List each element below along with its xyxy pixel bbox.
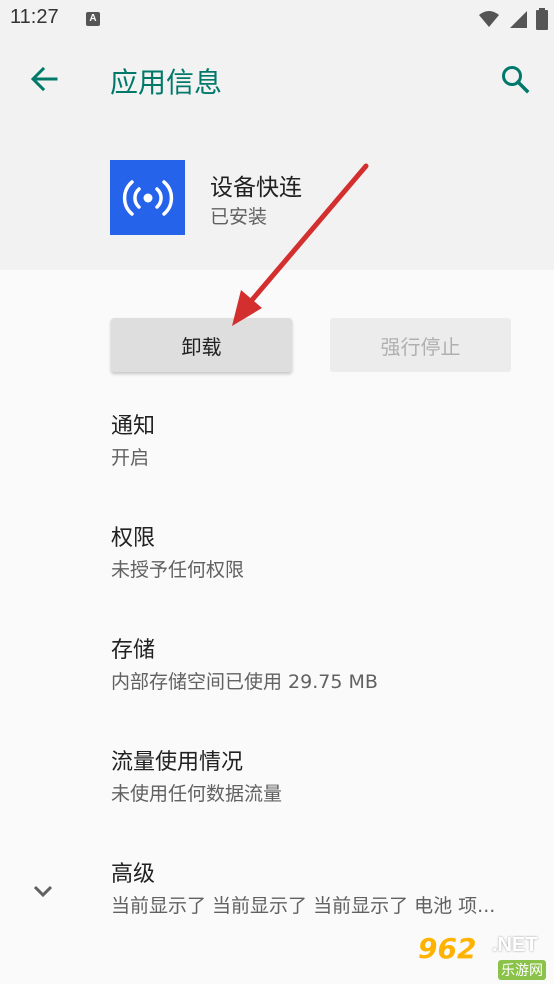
status-bar: 11:27 A <box>0 0 554 37</box>
chevron-down-icon <box>33 885 53 898</box>
app-name: 设备快连 <box>210 175 302 201</box>
list-item-storage[interactable]: 存储 内部存储空间已使用 29.75 MB <box>111 636 541 696</box>
wifi-icon <box>479 11 499 27</box>
item-subtitle: 未使用任何数据流量 <box>111 783 283 805</box>
item-title: 流量使用情况 <box>111 750 244 775</box>
item-title: 高级 <box>111 862 156 887</box>
watermark-logo: 962 .NET 乐游网 <box>418 932 550 980</box>
item-subtitle: 未授予任何权限 <box>111 559 245 581</box>
uninstall-button[interactable]: 卸载 <box>111 318 292 372</box>
watermark-sub: 乐游网 <box>498 960 546 980</box>
app-info-header: 应用信息 设备快连 已安装 <box>0 37 554 270</box>
item-subtitle: 内部存储空间已使用 29.75 MB <box>111 671 378 693</box>
status-time: 11:27 <box>10 6 59 28</box>
notification-badge: A <box>86 12 100 26</box>
search-button[interactable] <box>497 61 533 97</box>
list-item-permissions[interactable]: 权限 未授予任何权限 <box>111 524 541 584</box>
item-subtitle: 开启 <box>111 447 150 469</box>
watermark-net: .NET <box>492 934 538 956</box>
item-title: 存储 <box>111 638 156 663</box>
item-title: 通知 <box>111 414 156 439</box>
list-item-advanced[interactable]: 高级 当前显示了 当前显示了 当前显示了 电池 项... <box>111 860 536 920</box>
force-stop-button[interactable]: 强行停止 <box>330 318 511 372</box>
page-title: 应用信息 <box>110 66 223 99</box>
item-title: 权限 <box>111 526 156 551</box>
advanced-expand-toggle[interactable] <box>28 876 58 906</box>
battery-icon <box>536 8 548 30</box>
list-item-notifications[interactable]: 通知 开启 <box>111 412 541 472</box>
app-install-status: 已安装 <box>210 206 268 228</box>
item-subtitle: 当前显示了 当前显示了 当前显示了 电池 项... <box>111 895 496 917</box>
back-button[interactable] <box>26 61 62 97</box>
back-arrow-icon <box>30 66 58 92</box>
status-icons <box>478 8 548 30</box>
watermark-main: 962 <box>418 932 477 965</box>
signal-icon <box>510 11 527 28</box>
list-item-data-usage[interactable]: 流量使用情况 未使用任何数据流量 <box>111 748 541 808</box>
app-icon <box>110 160 185 235</box>
search-icon <box>502 66 530 94</box>
broadcast-icon <box>122 179 173 216</box>
